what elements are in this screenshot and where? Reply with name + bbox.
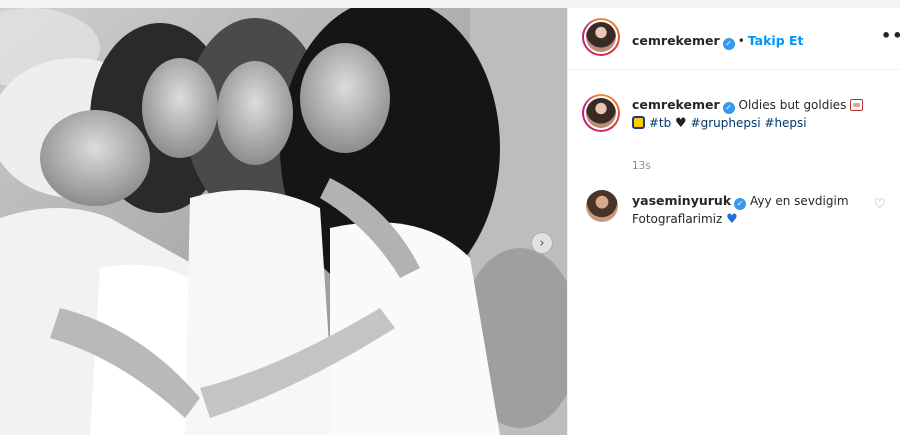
commenter-username[interactable]: yaseminyuruk: [632, 193, 731, 208]
top-strip: [0, 0, 900, 8]
more-options-icon[interactable]: •••: [881, 26, 900, 45]
carousel-next-icon[interactable]: ›: [531, 232, 553, 254]
caption-body: Oldies but goldies: [738, 98, 847, 112]
verified-badge-icon: ✓: [722, 102, 735, 114]
blue-heart-emoji-icon: ♥: [726, 212, 738, 227]
black-heart-emoji-icon: ♥: [675, 116, 687, 131]
verified-badge-icon: ✓: [734, 198, 747, 210]
verified-badge-icon: ✓: [722, 37, 735, 50]
author-username[interactable]: cemrekemer: [632, 33, 720, 48]
team-badge-emoji-icon: [632, 116, 645, 129]
heart-outline-icon[interactable]: ♡: [874, 197, 886, 212]
hashtag-hepsi[interactable]: #hepsi: [764, 116, 806, 130]
gift-emoji-icon: [850, 99, 864, 111]
post-side-panel: cemrekemer✓•Takip Et ••• cemrekemer✓ Old…: [567, 8, 900, 435]
post-header: cemrekemer✓•Takip Et •••: [568, 8, 900, 70]
caption-author-avatar[interactable]: [582, 94, 620, 132]
author-avatar[interactable]: [582, 18, 620, 56]
post-image: [0, 8, 567, 435]
follow-separator: •: [737, 34, 745, 48]
post-timestamp[interactable]: 13s: [632, 160, 651, 172]
hashtag-tb[interactable]: #tb: [649, 116, 671, 130]
caption-author-username[interactable]: cemrekemer: [632, 97, 720, 112]
caption-text: cemrekemer ✓ Oldies but goldies #tb ♥ #gr…: [632, 96, 882, 133]
post-photo[interactable]: ›: [0, 8, 567, 435]
header-author-line: cemrekemer ✓ • Takip Et: [632, 30, 804, 50]
comment-text: yaseminyuruk ✓ Ayy en sevdigim Fotografla…: [632, 192, 870, 229]
follow-button[interactable]: Takip Et: [748, 33, 804, 48]
commenter-avatar[interactable]: [586, 190, 618, 222]
hashtag-gruphepsi[interactable]: #gruphepsi: [691, 116, 761, 130]
